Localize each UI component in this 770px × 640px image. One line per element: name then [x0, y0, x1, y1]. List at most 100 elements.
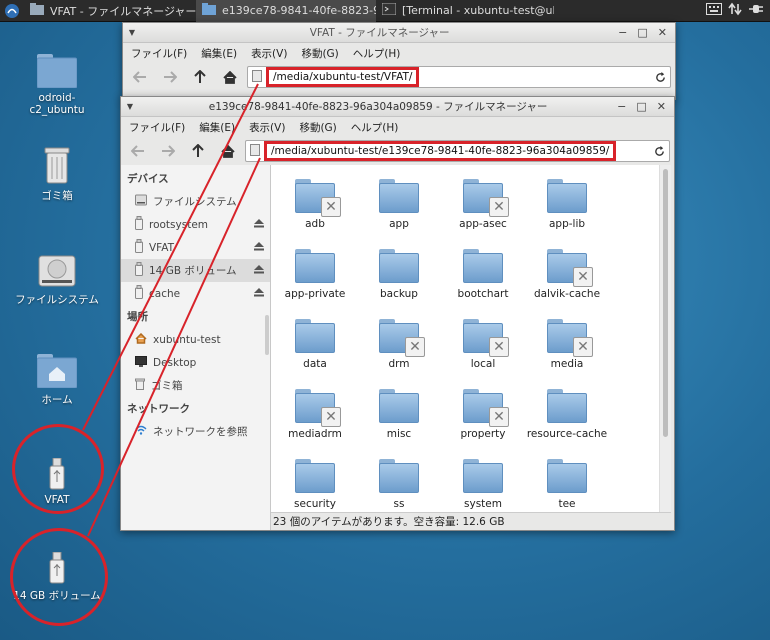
folder-icon	[202, 3, 216, 18]
folder-item[interactable]: app-private	[273, 243, 357, 313]
folder-label: media	[550, 358, 584, 370]
no-access-icon: ✕	[405, 337, 425, 357]
folder-icon	[379, 179, 419, 213]
folder-label: backup	[380, 288, 418, 300]
eject-icon[interactable]	[254, 287, 264, 300]
menu-bar: ファイル(F) 編集(E) 表示(V) 移動(G) ヘルプ(H)	[121, 117, 674, 137]
desktop-icon-home[interactable]: ホーム	[12, 344, 102, 407]
sidebar-item-home[interactable]: xubuntu-test	[121, 328, 270, 351]
folder-item[interactable]: tee	[525, 453, 609, 512]
menu-help[interactable]: ヘルプ(H)	[351, 120, 399, 135]
folder-item[interactable]: app-lib	[525, 173, 609, 243]
forward-arrow-icon[interactable]	[157, 65, 183, 89]
up-arrow-icon[interactable]	[187, 65, 213, 89]
menu-view[interactable]: 表示(V)	[249, 120, 285, 135]
forward-arrow-icon[interactable]	[155, 139, 181, 163]
path-field[interactable]: /media/xubuntu-test/e139ce78-9841-40fe-8…	[264, 141, 617, 161]
up-arrow-icon[interactable]	[185, 139, 211, 163]
file-manager-window-vfat: ▼ VFAT - ファイルマネージャー − □ ✕ ファイル(F) 編集(E) …	[122, 22, 676, 100]
folder-item[interactable]: ✕ property	[441, 383, 525, 453]
folder-item[interactable]: ✕ dalvik-cache	[525, 243, 609, 313]
desktop-icon	[135, 355, 147, 370]
desktop-icon-trash[interactable]: ゴミ箱	[12, 140, 102, 203]
sidebar-scrollbar[interactable]	[265, 315, 269, 355]
sidebar-item-vfat[interactable]: VFAT	[121, 236, 270, 259]
scrollbar-thumb[interactable]	[663, 169, 668, 437]
hard-drive-icon	[38, 244, 76, 288]
folder-item[interactable]: ss	[357, 453, 441, 512]
menu-file[interactable]: ファイル(F)	[129, 120, 185, 135]
window-titlebar[interactable]: ▼ VFAT - ファイルマネージャー − □ ✕	[123, 23, 675, 43]
desktop-icon-odroid[interactable]: odroid-c2_ubuntu	[12, 44, 102, 116]
vertical-scrollbar[interactable]	[659, 165, 671, 512]
path-field[interactable]: /media/xubuntu-test/VFAT/	[266, 67, 420, 87]
window-menu-icon[interactable]: ▼	[121, 102, 139, 111]
keyboard-icon[interactable]	[706, 3, 722, 18]
task-vfat[interactable]: VFAT - ファイルマネージャー	[24, 0, 196, 22]
folder-item[interactable]: app	[357, 173, 441, 243]
task-terminal[interactable]: [Terminal - xubuntu-test@ub...	[376, 0, 554, 22]
sidebar-item-trash[interactable]: ゴミ箱	[121, 374, 270, 397]
sidebar-item-browse-network[interactable]: ネットワークを参照	[121, 420, 270, 443]
folder-item[interactable]: bootchart	[441, 243, 525, 313]
sidebar-item-14gb[interactable]: 14 GB ボリューム	[121, 259, 270, 282]
eject-icon[interactable]	[254, 218, 264, 231]
file-manager-window-uuid: ▼ e139ce78-9841-40fe-8823-96a304a09859 -…	[120, 96, 675, 531]
folder-item[interactable]: data	[273, 313, 357, 383]
xfce-menu-icon[interactable]	[0, 0, 24, 22]
task-uuid[interactable]: e139ce78-9841-40fe-8823-9...	[196, 0, 376, 22]
folder-item[interactable]: system	[441, 453, 525, 512]
folder-item[interactable]: resource-cache	[525, 383, 609, 453]
sidebar-item-desktop[interactable]: Desktop	[121, 351, 270, 374]
location-bar[interactable]: /media/xubuntu-test/VFAT/	[247, 66, 671, 88]
system-tray	[706, 2, 770, 19]
no-access-icon: ✕	[489, 337, 509, 357]
sidebar-item-rootsystem[interactable]: rootsystem	[121, 213, 270, 236]
sidebar-item-cache[interactable]: cache	[121, 282, 270, 305]
minimize-icon[interactable]: −	[618, 26, 627, 39]
folder-icon	[379, 249, 419, 283]
eject-icon[interactable]	[254, 241, 264, 254]
home-icon[interactable]	[217, 65, 243, 89]
folder-item[interactable]: ✕ app-asec	[441, 173, 525, 243]
eject-icon[interactable]	[254, 264, 264, 277]
folder-icon: ✕	[463, 179, 509, 217]
menu-edit[interactable]: 編集(E)	[199, 120, 235, 135]
network-arrows-icon[interactable]	[728, 2, 742, 19]
folder-item[interactable]: security	[273, 453, 357, 512]
power-plug-icon[interactable]	[748, 2, 764, 19]
menu-help[interactable]: ヘルプ(H)	[353, 46, 401, 61]
close-icon[interactable]: ✕	[657, 100, 666, 113]
close-icon[interactable]: ✕	[658, 26, 667, 39]
location-bar[interactable]: /media/xubuntu-test/e139ce78-9841-40fe-8…	[245, 140, 670, 162]
minimize-icon[interactable]: −	[617, 100, 626, 113]
folder-item[interactable]: backup	[357, 243, 441, 313]
menu-edit[interactable]: 編集(E)	[201, 46, 237, 61]
folder-label: data	[303, 358, 327, 370]
folder-item[interactable]: misc	[357, 383, 441, 453]
no-access-icon: ✕	[321, 197, 341, 217]
reload-icon[interactable]	[649, 145, 669, 157]
back-arrow-icon[interactable]	[127, 65, 153, 89]
maximize-icon[interactable]: □	[637, 26, 647, 39]
folder-item[interactable]: ✕ drm	[357, 313, 441, 383]
menu-file[interactable]: ファイル(F)	[131, 46, 187, 61]
home-icon[interactable]	[215, 139, 241, 163]
back-arrow-icon[interactable]	[125, 139, 151, 163]
window-titlebar[interactable]: ▼ e139ce78-9841-40fe-8823-96a304a09859 -…	[121, 97, 674, 117]
folder-icon	[37, 44, 77, 88]
window-menu-icon[interactable]: ▼	[123, 28, 141, 37]
menu-go[interactable]: 移動(G)	[299, 120, 336, 135]
folder-item[interactable]: ✕ adb	[273, 173, 357, 243]
folder-item[interactable]: ✕ media	[525, 313, 609, 383]
maximize-icon[interactable]: □	[636, 100, 646, 113]
folder-label: drm	[388, 358, 410, 370]
desktop-icon-filesystem[interactable]: ファイルシステム	[12, 244, 102, 307]
folder-item[interactable]: ✕ mediadrm	[273, 383, 357, 453]
menu-go[interactable]: 移動(G)	[301, 46, 338, 61]
reload-icon[interactable]	[650, 71, 670, 83]
sidebar-item-filesystem[interactable]: ファイルシステム	[121, 190, 270, 213]
menu-view[interactable]: 表示(V)	[251, 46, 287, 61]
folder-label: security	[294, 498, 336, 510]
folder-item[interactable]: ✕ local	[441, 313, 525, 383]
